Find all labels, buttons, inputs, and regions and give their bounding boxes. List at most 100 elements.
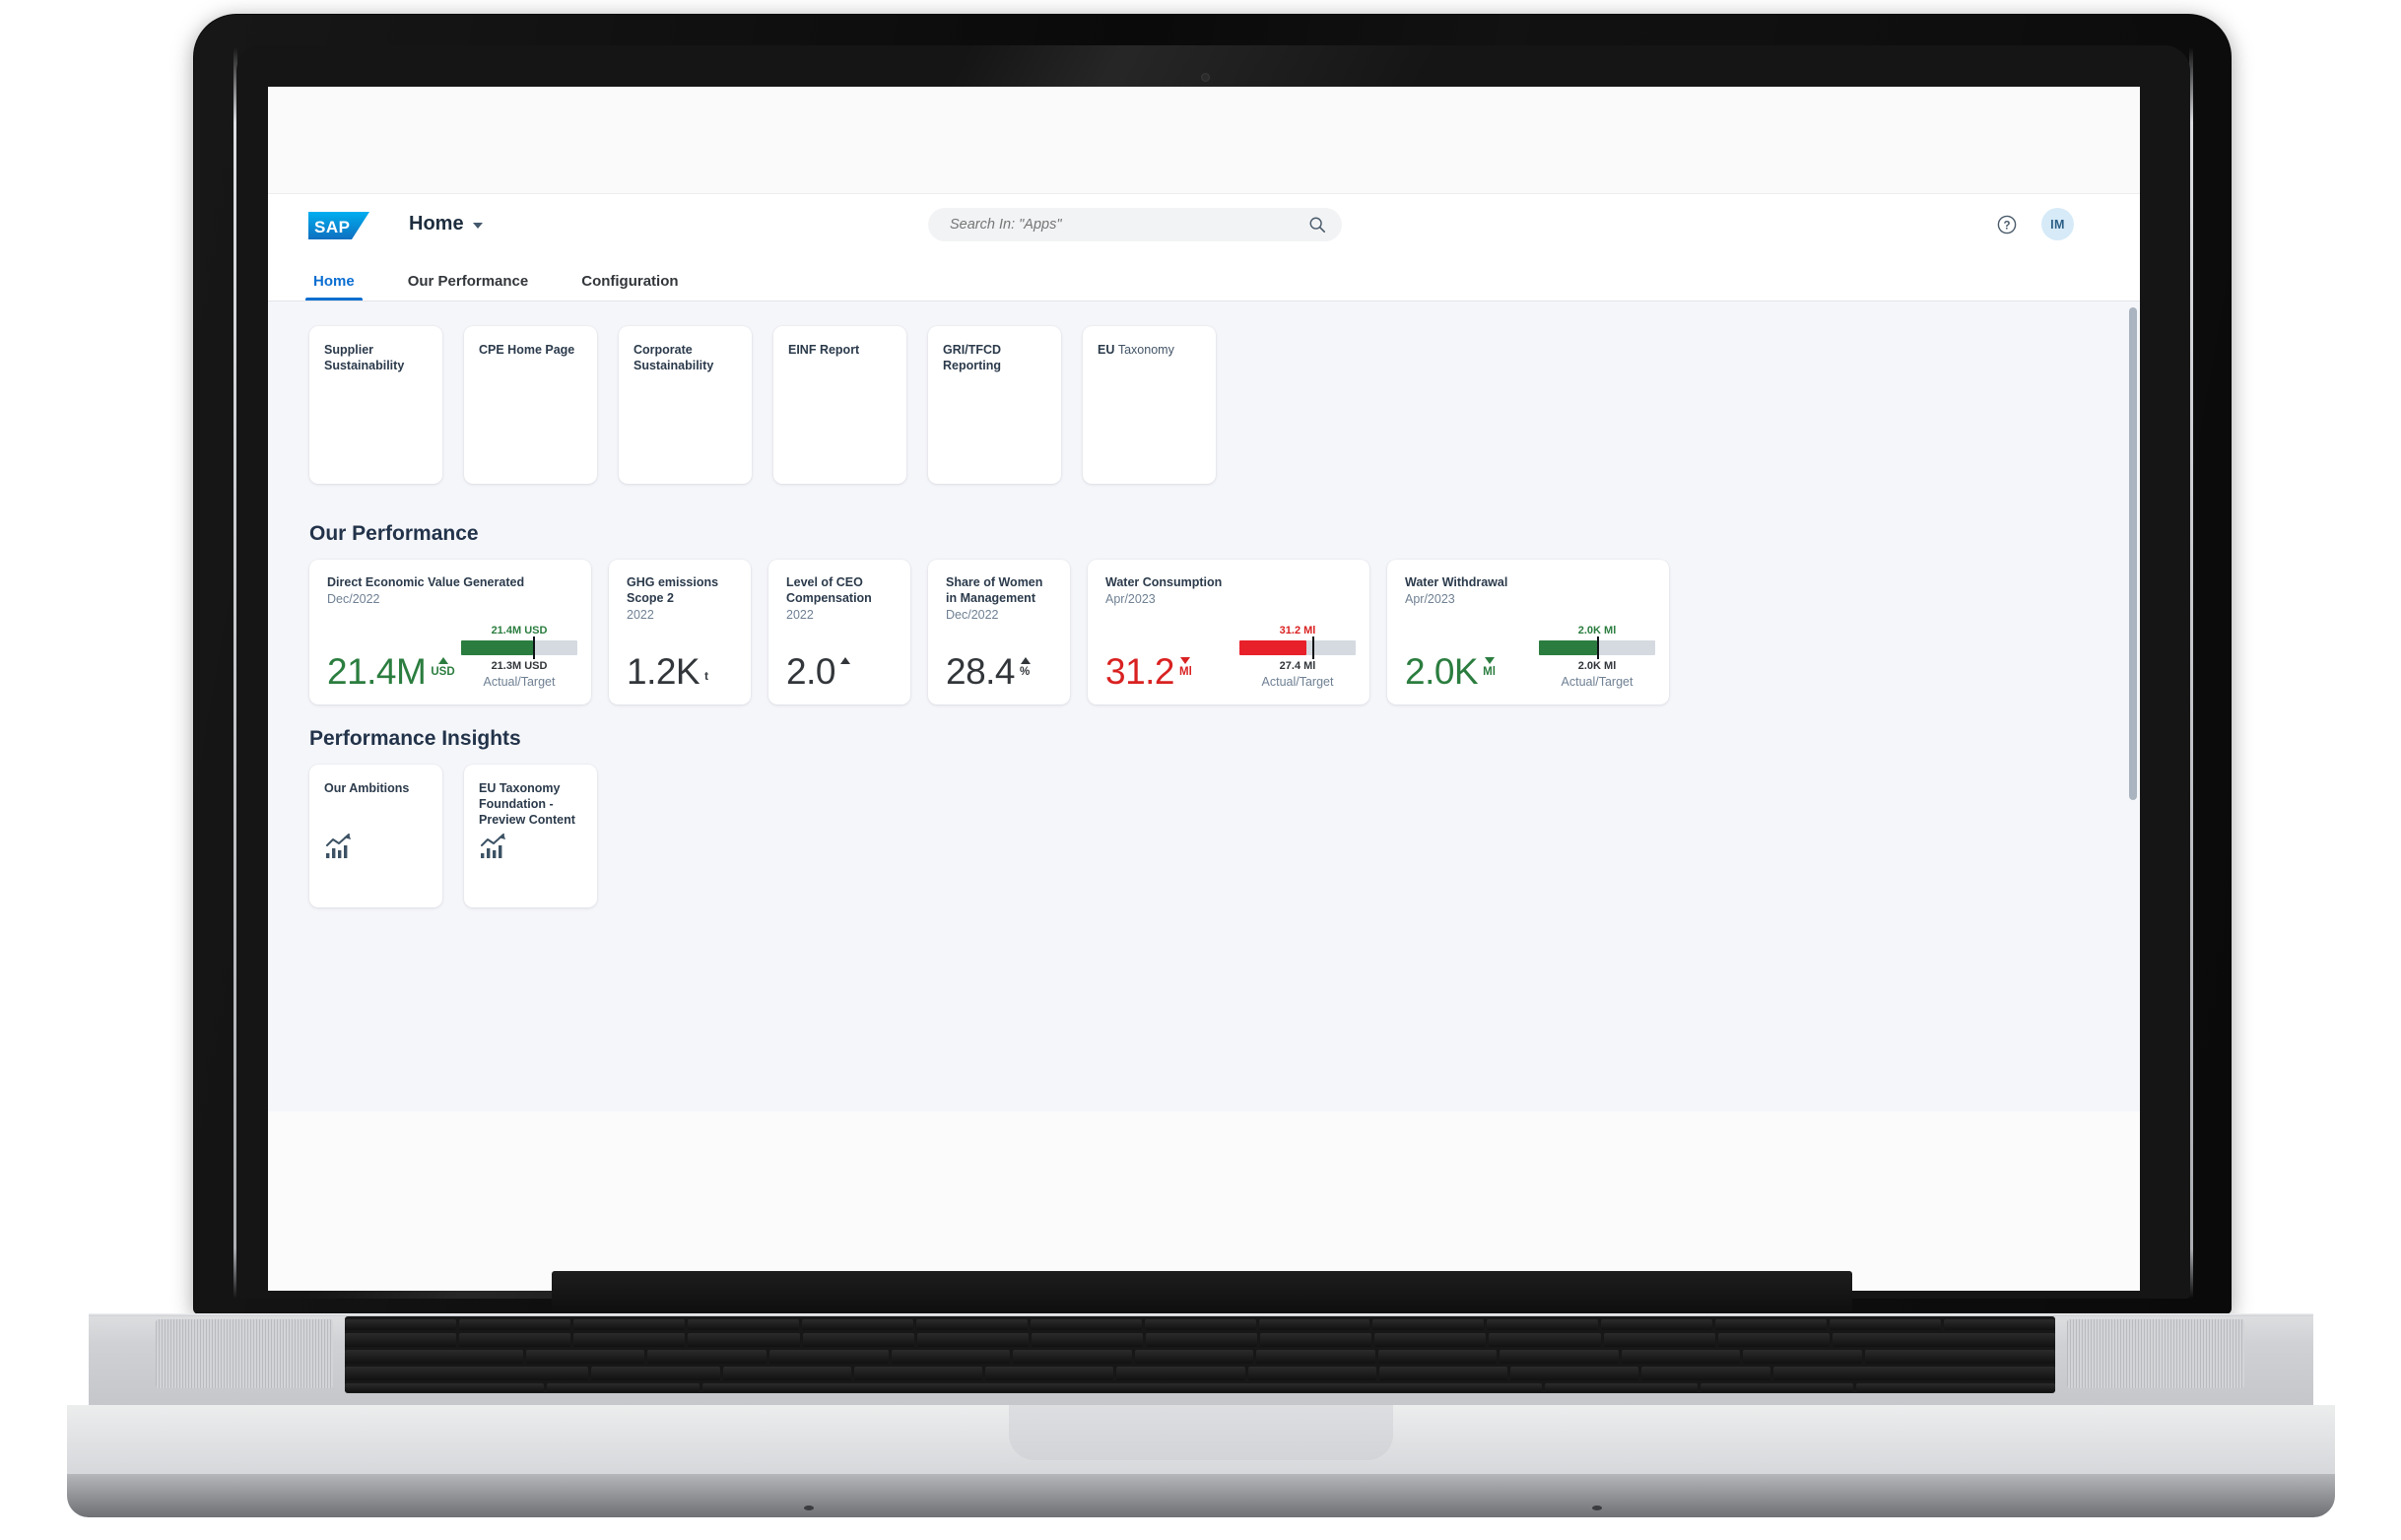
- kpi-unit-group: %: [1020, 655, 1031, 678]
- kpi-card-water-consumption[interactable]: Water Consumption Apr/2023 31.2 Ml 31.2 …: [1088, 560, 1369, 704]
- kpi-body: 2.0: [786, 650, 897, 692]
- bar-chart-trend-icon: [325, 834, 353, 864]
- kpi-body: 31.2 Ml 31.2 Ml 27.4 Ml Actual/Target: [1105, 625, 1356, 692]
- scrollbar-thumb[interactable]: [2129, 307, 2137, 800]
- kpi-unit-group: t: [704, 655, 708, 683]
- kpi-title: Share of Women in Management: [946, 575, 1043, 605]
- shell-bar: SAP Home ?: [268, 194, 2140, 256]
- app-tile-title: GRI/TFCD Reporting: [943, 343, 1002, 372]
- bullet-target-marker: [1312, 636, 1315, 659]
- laptop-speaker-grill-left: [156, 1319, 333, 1388]
- kpi-value: 2.0: [786, 650, 835, 692]
- shell-title-home-menu[interactable]: Home: [409, 213, 483, 235]
- kpi-period: Apr/2023: [1105, 591, 1156, 606]
- app-tile-title-light: Taxonomy: [1117, 343, 1174, 357]
- kpi-value-group: 2.0K Ml: [1405, 650, 1496, 692]
- kpi-card-direct-economic-value-generated[interactable]: Direct Economic Value Generated Dec/2022…: [309, 560, 591, 704]
- kpi-unit: %: [1020, 665, 1031, 678]
- kpi-value: 31.2: [1105, 650, 1175, 692]
- laptop-base-notch: [1009, 1405, 1393, 1460]
- insight-tile-our-ambitions[interactable]: Our Ambitions: [309, 765, 442, 907]
- kpi-card-ghg-emissions-scope-2[interactable]: GHG emissions Scope 2 2022 1.2K t: [609, 560, 751, 704]
- tab-our-performance[interactable]: Our Performance: [404, 273, 533, 301]
- insight-tile-eu-taxonomy-foundation-preview-content[interactable]: EU Taxonomy Foundation - Preview Content: [464, 765, 597, 907]
- app-tile-title: EINF Report: [788, 343, 860, 357]
- app-tile-corporate-sustainability[interactable]: Corporate Sustainability: [619, 326, 752, 484]
- kpi-value: 21.4M: [327, 650, 427, 692]
- tab-configuration[interactable]: Configuration: [577, 273, 682, 301]
- laptop-foot-left: [804, 1506, 814, 1510]
- bullet-caption: Actual/Target: [483, 675, 556, 689]
- tab-bar: Home Our Performance Configuration: [268, 256, 2140, 301]
- kpi-period: Dec/2022: [327, 591, 380, 606]
- page-footer-blank: [268, 1111, 2140, 1291]
- kpi-value: 28.4: [946, 650, 1016, 692]
- bullet-target-marker: [1597, 636, 1599, 659]
- kpi-value: 2.0K: [1405, 650, 1479, 692]
- scrollbar-track[interactable]: [2129, 301, 2139, 1111]
- bullet-actual-label: 31.2 Ml: [1279, 625, 1316, 636]
- app-tile-gri-tfcd-reporting[interactable]: GRI/TFCD Reporting: [928, 326, 1061, 484]
- laptop-keyboard: [345, 1316, 2055, 1393]
- kpi-card-level-of-ceo-compensation[interactable]: Level of CEO Compensation 2022 2.0: [768, 560, 910, 704]
- kpi-title: Direct Economic Value Generated: [327, 575, 525, 589]
- main-content-area: Supplier Sustainability CPE Home Page Co…: [268, 301, 2140, 1111]
- search-box[interactable]: [928, 208, 1342, 241]
- kpi-unit-group: [839, 655, 850, 666]
- search-input[interactable]: [948, 216, 1277, 234]
- kpi-unit: t: [704, 670, 708, 683]
- bullet-track: [461, 636, 577, 659]
- bullet-track: [1539, 636, 1655, 659]
- sap-logo-icon[interactable]: SAP: [308, 210, 371, 241]
- webcam-icon: [1201, 73, 1210, 82]
- insight-tile-title: Our Ambitions: [324, 781, 410, 795]
- bar-chart-trend-icon: [480, 834, 507, 864]
- app-tiles-row: Supplier Sustainability CPE Home Page Co…: [309, 326, 1216, 484]
- tab-home-label: Home: [313, 273, 355, 290]
- kpi-unit: USD: [431, 665, 455, 678]
- app-tile-einf-report[interactable]: EINF Report: [773, 326, 906, 484]
- kpi-value: 1.2K: [627, 650, 700, 692]
- svg-text:SAP: SAP: [314, 218, 350, 236]
- kpi-period: 2022: [786, 607, 814, 622]
- avatar[interactable]: IM: [2041, 208, 2074, 240]
- bullet-target-label: 2.0K Ml: [1577, 660, 1617, 672]
- insight-tile-title: EU Taxonomy Foundation - Preview Content: [479, 781, 575, 827]
- kpi-value-group: 31.2 Ml: [1105, 650, 1192, 692]
- app-tile-cpe-home-page[interactable]: CPE Home Page: [464, 326, 597, 484]
- kpi-value-group: 28.4 %: [946, 650, 1031, 692]
- kpi-body: 21.4M USD 21.4M USD 21.3M USD Actual/Tar…: [327, 625, 577, 692]
- app-tile-supplier-sustainability[interactable]: Supplier Sustainability: [309, 326, 442, 484]
- kpi-title: GHG emissions Scope 2: [627, 575, 719, 605]
- search-icon[interactable]: [1308, 216, 1326, 234]
- kpi-unit-group: USD: [431, 655, 455, 678]
- kpi-period: Apr/2023: [1405, 591, 1455, 606]
- trend-up-icon: [437, 656, 448, 664]
- app-tile-eu-taxonomy[interactable]: EU Taxonomy: [1083, 326, 1216, 484]
- tab-home[interactable]: Home: [305, 273, 363, 301]
- kpi-value-group: 2.0: [786, 650, 850, 692]
- bullet-target-label: 21.3M USD: [491, 660, 548, 672]
- kpi-body: 2.0K Ml 2.0K Ml 2.0K Ml Actual/Target: [1405, 625, 1655, 692]
- kpi-card-water-withdrawal[interactable]: Water Withdrawal Apr/2023 2.0K Ml 2.0K M…: [1387, 560, 1669, 704]
- bullet-actual-label: 21.4M USD: [491, 625, 548, 636]
- kpi-value-group: 1.2K t: [627, 650, 708, 692]
- kpi-title: Water Consumption: [1105, 575, 1223, 589]
- bullet-caption: Actual/Target: [1261, 675, 1334, 689]
- laptop-mockup: SAP Home ?: [0, 0, 2401, 1540]
- kpi-body: 28.4 %: [946, 650, 1056, 692]
- bullet-actual-label: 2.0K Ml: [1577, 625, 1617, 636]
- question-mark-circle-icon[interactable]: ?: [1994, 212, 2020, 237]
- laptop-hinge: [552, 1271, 1852, 1318]
- bullet-fill: [461, 640, 534, 655]
- screen-content: SAP Home ?: [268, 87, 2140, 1291]
- kpi-body: 1.2K t: [627, 650, 737, 692]
- bullet-fill: [1539, 640, 1597, 655]
- app-tile-title: CPE Home Page: [479, 343, 575, 357]
- shell-title-label: Home: [409, 213, 464, 234]
- kpi-unit: Ml: [1179, 665, 1192, 678]
- app-tile-title: Supplier Sustainability: [324, 343, 405, 372]
- avatar-initials: IM: [2050, 217, 2065, 232]
- kpi-card-share-of-women-in-management[interactable]: Share of Women in Management Dec/2022 28…: [928, 560, 1070, 704]
- app-tile-title: Corporate Sustainability: [634, 343, 714, 372]
